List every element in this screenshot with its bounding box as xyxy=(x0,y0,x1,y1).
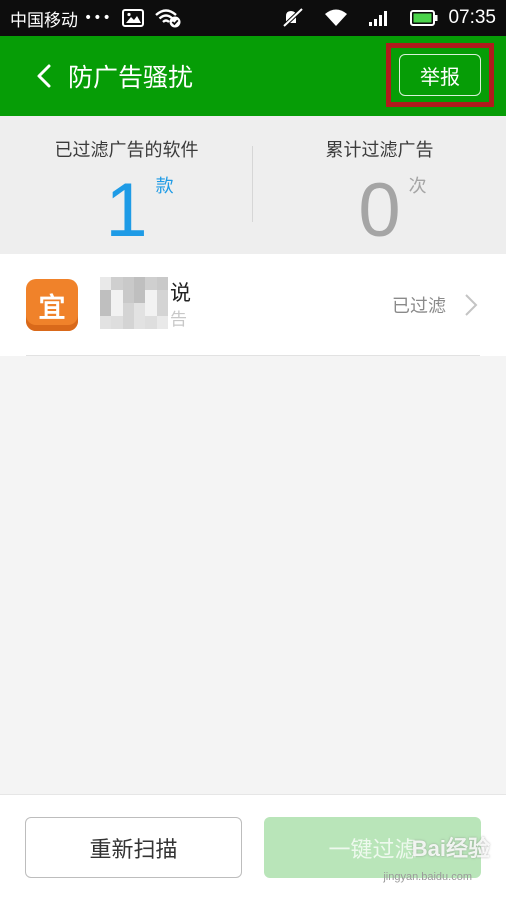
mosaic-cell xyxy=(122,316,134,329)
mosaic-cell xyxy=(122,277,134,290)
mosaic-cell xyxy=(145,277,157,290)
wifi-icon xyxy=(324,9,348,27)
report-button[interactable]: 举报 xyxy=(399,54,481,96)
filtered-ads-count: 0 xyxy=(358,168,401,253)
mosaic-cell xyxy=(100,290,112,303)
filtered-apps-count: 1 xyxy=(105,168,148,253)
mosaic-cell xyxy=(122,303,134,316)
mosaic-cell xyxy=(133,290,146,303)
mosaic-cell xyxy=(111,303,123,316)
page-title: 防广告骚扰 xyxy=(68,63,194,92)
filtered-ads-unit: 次 xyxy=(408,176,427,197)
signal-icon xyxy=(368,9,390,27)
rescan-button[interactable]: 重新扫描 xyxy=(25,817,242,878)
mosaic-cell xyxy=(133,277,146,290)
bottom-bar: 重新扫描 一键过滤 Bai经验 jingyan.baidu.com xyxy=(0,794,506,900)
app-icon: 宜 xyxy=(26,279,78,331)
report-highlight-box: 举报 xyxy=(386,43,494,107)
app-text: 说 告 xyxy=(100,275,220,335)
back-arrow-icon xyxy=(37,64,51,88)
mute-icon xyxy=(282,8,304,28)
mosaic-cell xyxy=(111,316,123,329)
wifi-check-icon xyxy=(154,8,182,28)
filtered-apps-label: 已过滤广告的软件 xyxy=(54,140,199,161)
chevron-right-icon xyxy=(454,293,488,317)
stats-panel: 已过滤广告的软件 1 款 累计过滤广告 0 次 xyxy=(0,116,506,254)
list-item[interactable]: 宜 说 告 已过滤 xyxy=(0,254,506,356)
mosaic-cell xyxy=(145,290,157,303)
image-notification-icon xyxy=(121,9,144,27)
redacted-mosaic xyxy=(100,277,168,329)
clock: 07:35 xyxy=(448,7,496,28)
filtered-ads-label: 累计过滤广告 xyxy=(325,140,434,161)
app-bar: 防广告骚扰 举报 xyxy=(0,36,506,116)
filtered-apps-unit: 款 xyxy=(155,176,174,197)
one-click-filter-button[interactable]: 一键过滤 xyxy=(264,817,481,878)
app-subtitle: 告 xyxy=(170,310,187,330)
filter-status: 已过滤 xyxy=(392,296,446,317)
filtered-apps-stat: 已过滤广告的软件 1 款 xyxy=(0,116,253,254)
mosaic-cell xyxy=(133,303,146,316)
app-name: 说 xyxy=(170,281,191,305)
mosaic-cell xyxy=(133,316,146,329)
mosaic-cell xyxy=(156,303,168,316)
mosaic-cell xyxy=(100,277,112,290)
filtered-ads-stat: 累计过滤广告 0 次 xyxy=(253,116,506,254)
status-right: 07:35 xyxy=(272,7,496,29)
mosaic-cell xyxy=(100,316,112,329)
battery-icon xyxy=(410,10,438,26)
back-button[interactable] xyxy=(22,54,66,98)
app-icon-glyph: 宜 xyxy=(38,292,66,324)
mosaic-cell xyxy=(100,303,112,316)
mosaic-cell xyxy=(156,316,168,329)
mosaic-cell xyxy=(111,290,123,303)
status-bar: 中国移动 ••• 07:35 xyxy=(0,0,506,36)
stats-divider xyxy=(252,146,253,222)
mosaic-cell xyxy=(111,277,123,290)
filtered-app-list: 宜 说 告 已过滤 xyxy=(0,254,506,356)
mosaic-cell xyxy=(122,290,134,303)
mosaic-cell xyxy=(156,290,168,303)
mosaic-cell xyxy=(156,277,168,290)
mosaic-cell xyxy=(145,316,157,329)
notification-dots: ••• xyxy=(84,10,112,26)
mosaic-cell xyxy=(145,303,157,316)
carrier-name: 中国移动 xyxy=(10,10,78,31)
